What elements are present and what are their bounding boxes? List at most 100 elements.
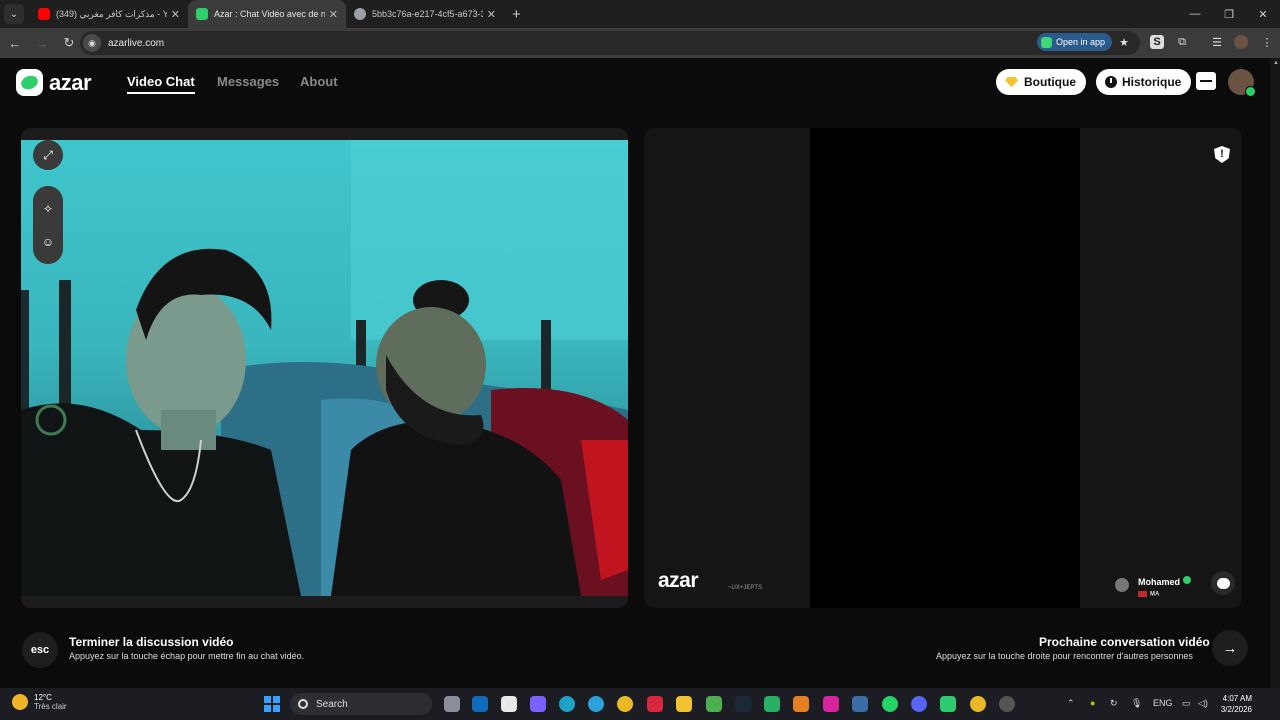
sync-icon[interactable]: ↻ [1110, 698, 1118, 709]
back-icon[interactable]: ← [3, 36, 27, 51]
tab-search-button[interactable]: ⌄ [4, 4, 24, 24]
nav-messages[interactable]: Messages [217, 74, 279, 89]
partner-country: MA [1150, 591, 1160, 598]
profile-icon[interactable] [1234, 35, 1248, 49]
fl-studio-icon[interactable] [793, 696, 809, 712]
page-scrollbar[interactable]: ▲ [1270, 58, 1280, 688]
avatar[interactable] [1228, 69, 1256, 97]
chrome-active-icon[interactable] [970, 696, 986, 712]
volume-icon[interactable]: ◁) [1198, 698, 1208, 709]
window-controls: — ❐ ✕ [1178, 0, 1280, 28]
chrome-icon[interactable] [617, 696, 633, 712]
nav-video-chat[interactable]: Video Chat [127, 74, 195, 94]
azar-favicon-icon [196, 8, 208, 20]
tray-chevron-icon[interactable]: ⌃ [1067, 698, 1075, 709]
browser-tab-bar: ⌄ (349) مذكرات كافر مغربي - YouTube ✕ Az… [0, 0, 1280, 28]
reading-list-icon[interactable]: ☰ [1210, 35, 1224, 49]
boutique-label: Boutique [1024, 75, 1076, 89]
site-info-icon[interactable]: ◉ [83, 34, 101, 52]
language-indicator[interactable]: ENG [1153, 698, 1173, 708]
next-chat-button[interactable]: → [1212, 630, 1248, 666]
tab-title: 5bb3c76a-e217-4cf5-a673-370 [372, 9, 483, 19]
open-in-app-button[interactable]: Open in app [1037, 33, 1113, 51]
self-video-panel: ⤢ ✧ ☺ [21, 128, 628, 608]
outlook-icon[interactable] [472, 696, 488, 712]
nav-about[interactable]: About [300, 74, 338, 89]
report-shield-icon[interactable]: ! [1214, 146, 1230, 163]
task-view-icon[interactable] [444, 696, 460, 712]
reload-icon[interactable]: ↻ [57, 35, 81, 51]
address-bar[interactable]: ◉ azarlive.com [80, 31, 1140, 55]
play-icon[interactable] [764, 696, 780, 712]
weather-widget[interactable]: 12°C Très clair [12, 693, 67, 711]
close-tab-icon[interactable]: ✕ [329, 8, 338, 21]
restore-icon[interactable]: ❐ [1212, 0, 1246, 28]
bookmark-star-icon[interactable]: ★ [1117, 35, 1131, 49]
windows-taskbar: 12°C Très clair Search ⌃ ● ↻ 🎙 ENG ▭ ◁) … [0, 688, 1280, 720]
edge-icon[interactable] [559, 696, 575, 712]
steam-icon[interactable] [735, 696, 751, 712]
magic-wand-icon[interactable]: ✧ [43, 202, 53, 216]
browser-menu-icon[interactable]: ⋮ [1260, 35, 1274, 49]
clock-date: 3/2/2026 [1220, 705, 1252, 714]
tab-azar[interactable]: Azar : Chat Vidéo avec de nouveaux amis … [188, 0, 346, 28]
chat-bubble-icon [1216, 577, 1230, 589]
clock-icon [1105, 76, 1117, 88]
new-tab-button[interactable]: + [512, 6, 521, 23]
clock-time: 4:07 AM [1222, 694, 1252, 703]
history-label: Historique [1122, 75, 1182, 89]
watermark-sub: ~UX+JEPTS [728, 585, 763, 591]
azar-watermark: azar [658, 569, 699, 592]
history-button[interactable]: Historique [1096, 69, 1192, 95]
verified-badge-icon [1183, 576, 1192, 585]
partner-video-panel: ! azar ~UX+JEPTS Mohamed MA [644, 128, 1242, 608]
end-chat-subtitle: Appuyez sur la touche échap pour mettre … [69, 651, 305, 661]
system-clock[interactable]: 4:07 AM 3/2/2026 [1216, 693, 1252, 715]
extensions-puzzle-icon[interactable]: ⧉ [1175, 35, 1189, 49]
minimize-icon[interactable]: — [1178, 0, 1212, 28]
azar-logo[interactable]: azar [16, 69, 92, 96]
microphone-icon[interactable]: 🎙 [1131, 698, 1142, 709]
url-text: azarlive.com [108, 37, 165, 49]
extension-s-icon[interactable]: S [1150, 35, 1164, 49]
whatsapp-icon[interactable] [882, 696, 898, 712]
partner-avatar [1115, 577, 1129, 592]
forward-icon[interactable]: → [30, 36, 54, 51]
close-tab-icon[interactable]: ✕ [171, 8, 180, 21]
weather-moon-icon [12, 694, 28, 710]
tray-app-icon[interactable]: ● [1090, 698, 1095, 708]
discord-icon[interactable] [911, 696, 927, 712]
camera-image [21, 140, 628, 596]
tab-youtube[interactable]: (349) مذكرات كافر مغربي - YouTube ✕ [30, 0, 188, 28]
media-play-icon[interactable] [940, 696, 956, 712]
instagram-icon[interactable] [823, 696, 839, 712]
partner-user-chip[interactable]: Mohamed MA [1115, 571, 1215, 598]
scroll-up-icon[interactable]: ▲ [1273, 60, 1279, 66]
app-status-icon[interactable] [999, 696, 1015, 712]
globe-favicon-icon [354, 8, 366, 20]
network-icon[interactable]: ▭ [1182, 698, 1191, 709]
close-window-icon[interactable]: ✕ [1246, 0, 1280, 28]
expand-icon: ⤢ [43, 147, 53, 162]
expand-button[interactable]: ⤢ [33, 140, 63, 170]
temperature: 12°C [34, 693, 52, 702]
spreadsheet-icon[interactable] [706, 696, 722, 712]
close-tab-icon[interactable]: ✕ [487, 8, 496, 21]
effects-toolbar: ✧ ☺ [33, 186, 63, 264]
end-chat-button[interactable]: esc [22, 632, 58, 668]
chat-button[interactable] [1211, 571, 1235, 595]
file-explorer-icon[interactable] [676, 696, 692, 712]
taskbar-search[interactable]: Search [290, 693, 432, 715]
copilot-icon[interactable] [530, 696, 546, 712]
boutique-button[interactable]: Boutique [996, 69, 1086, 95]
sticker-icon[interactable]: ☺ [42, 235, 54, 249]
pen-tool-icon[interactable] [852, 696, 868, 712]
app-a-icon[interactable] [647, 696, 663, 712]
diamond-icon [1005, 77, 1018, 87]
telegram-icon[interactable] [588, 696, 604, 712]
inbox-icon[interactable] [1196, 72, 1216, 90]
store-icon[interactable] [501, 696, 517, 712]
windows-start-icon[interactable] [264, 696, 280, 712]
tab-uuid[interactable]: 5bb3c76a-e217-4cf5-a673-370 ✕ [346, 0, 504, 28]
partner-video-feed [810, 128, 1080, 608]
